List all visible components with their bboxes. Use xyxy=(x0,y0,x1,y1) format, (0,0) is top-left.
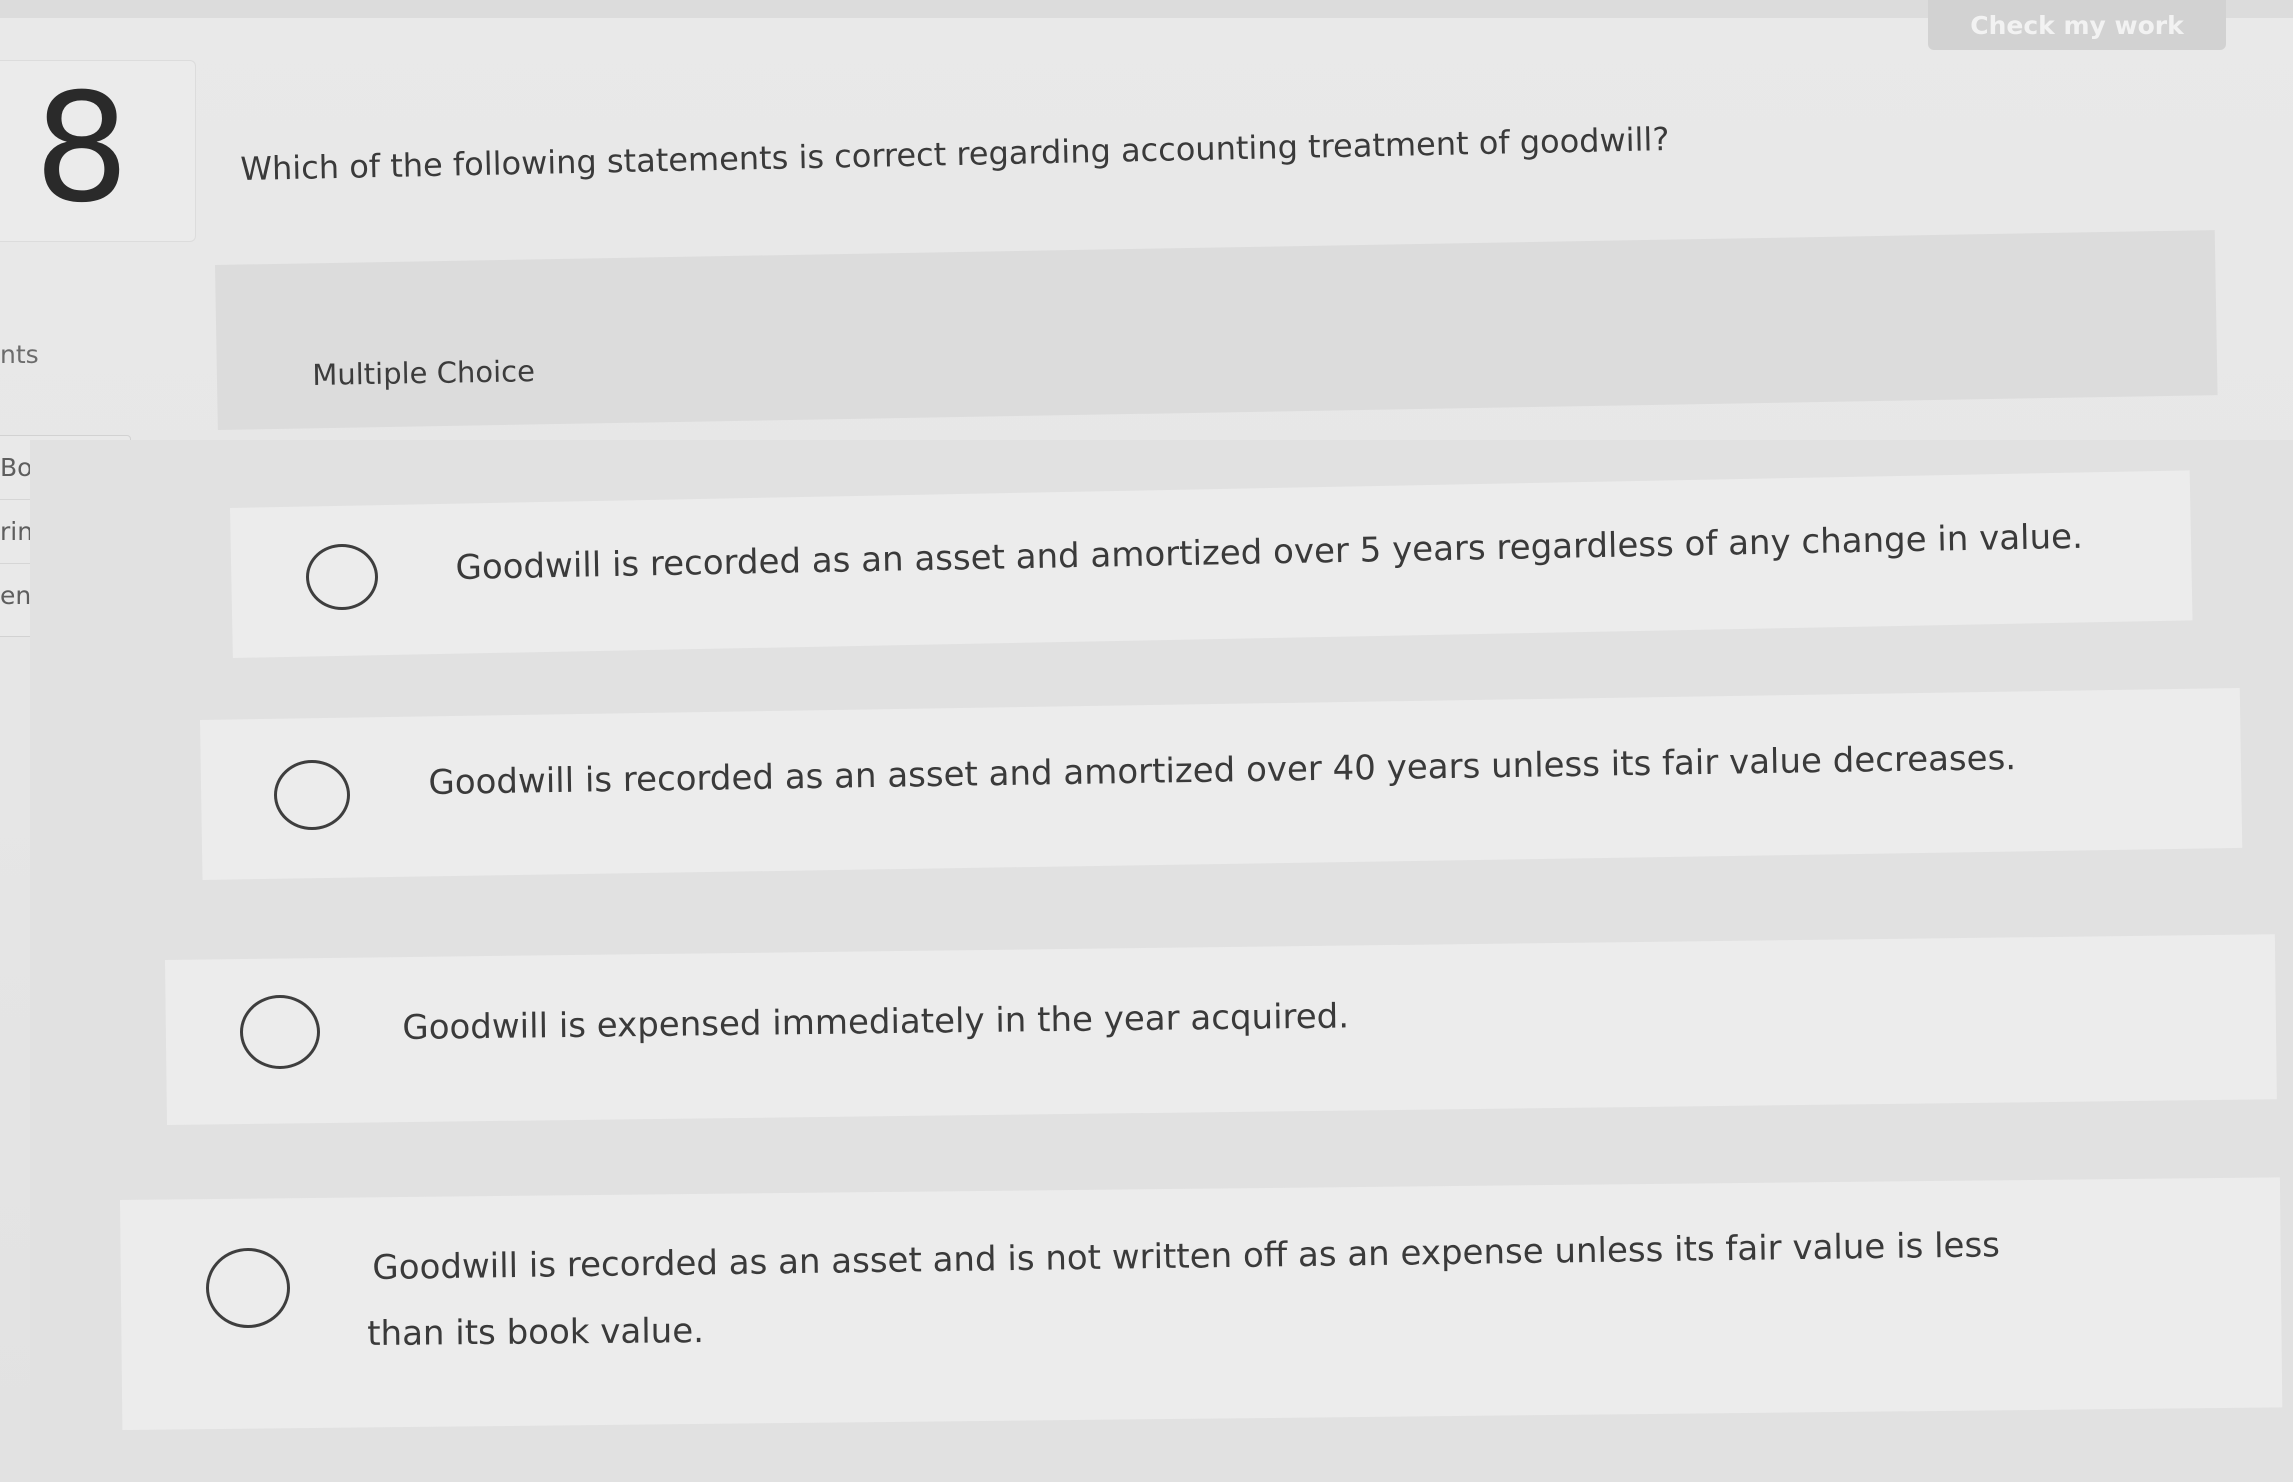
choice-4[interactable] xyxy=(120,1177,2283,1430)
choice-3-text: Goodwill is expensed immediately in the … xyxy=(402,996,1350,1048)
choice-4-text-line2: than its book value. xyxy=(367,1311,705,1354)
points-label: nts xyxy=(0,340,39,369)
choice-4-radio[interactable] xyxy=(206,1248,290,1328)
check-my-work-button[interactable]: Check my work xyxy=(1928,0,2226,50)
multiple-choice-header xyxy=(215,230,2218,430)
choice-3-radio[interactable] xyxy=(240,995,320,1069)
question-text: Which of the following statements is cor… xyxy=(240,120,1670,188)
question-number: 8 xyxy=(34,62,130,236)
choice-1-radio[interactable] xyxy=(306,544,378,610)
choice-2-radio[interactable] xyxy=(274,760,350,830)
multiple-choice-label: Multiple Choice xyxy=(312,354,536,392)
